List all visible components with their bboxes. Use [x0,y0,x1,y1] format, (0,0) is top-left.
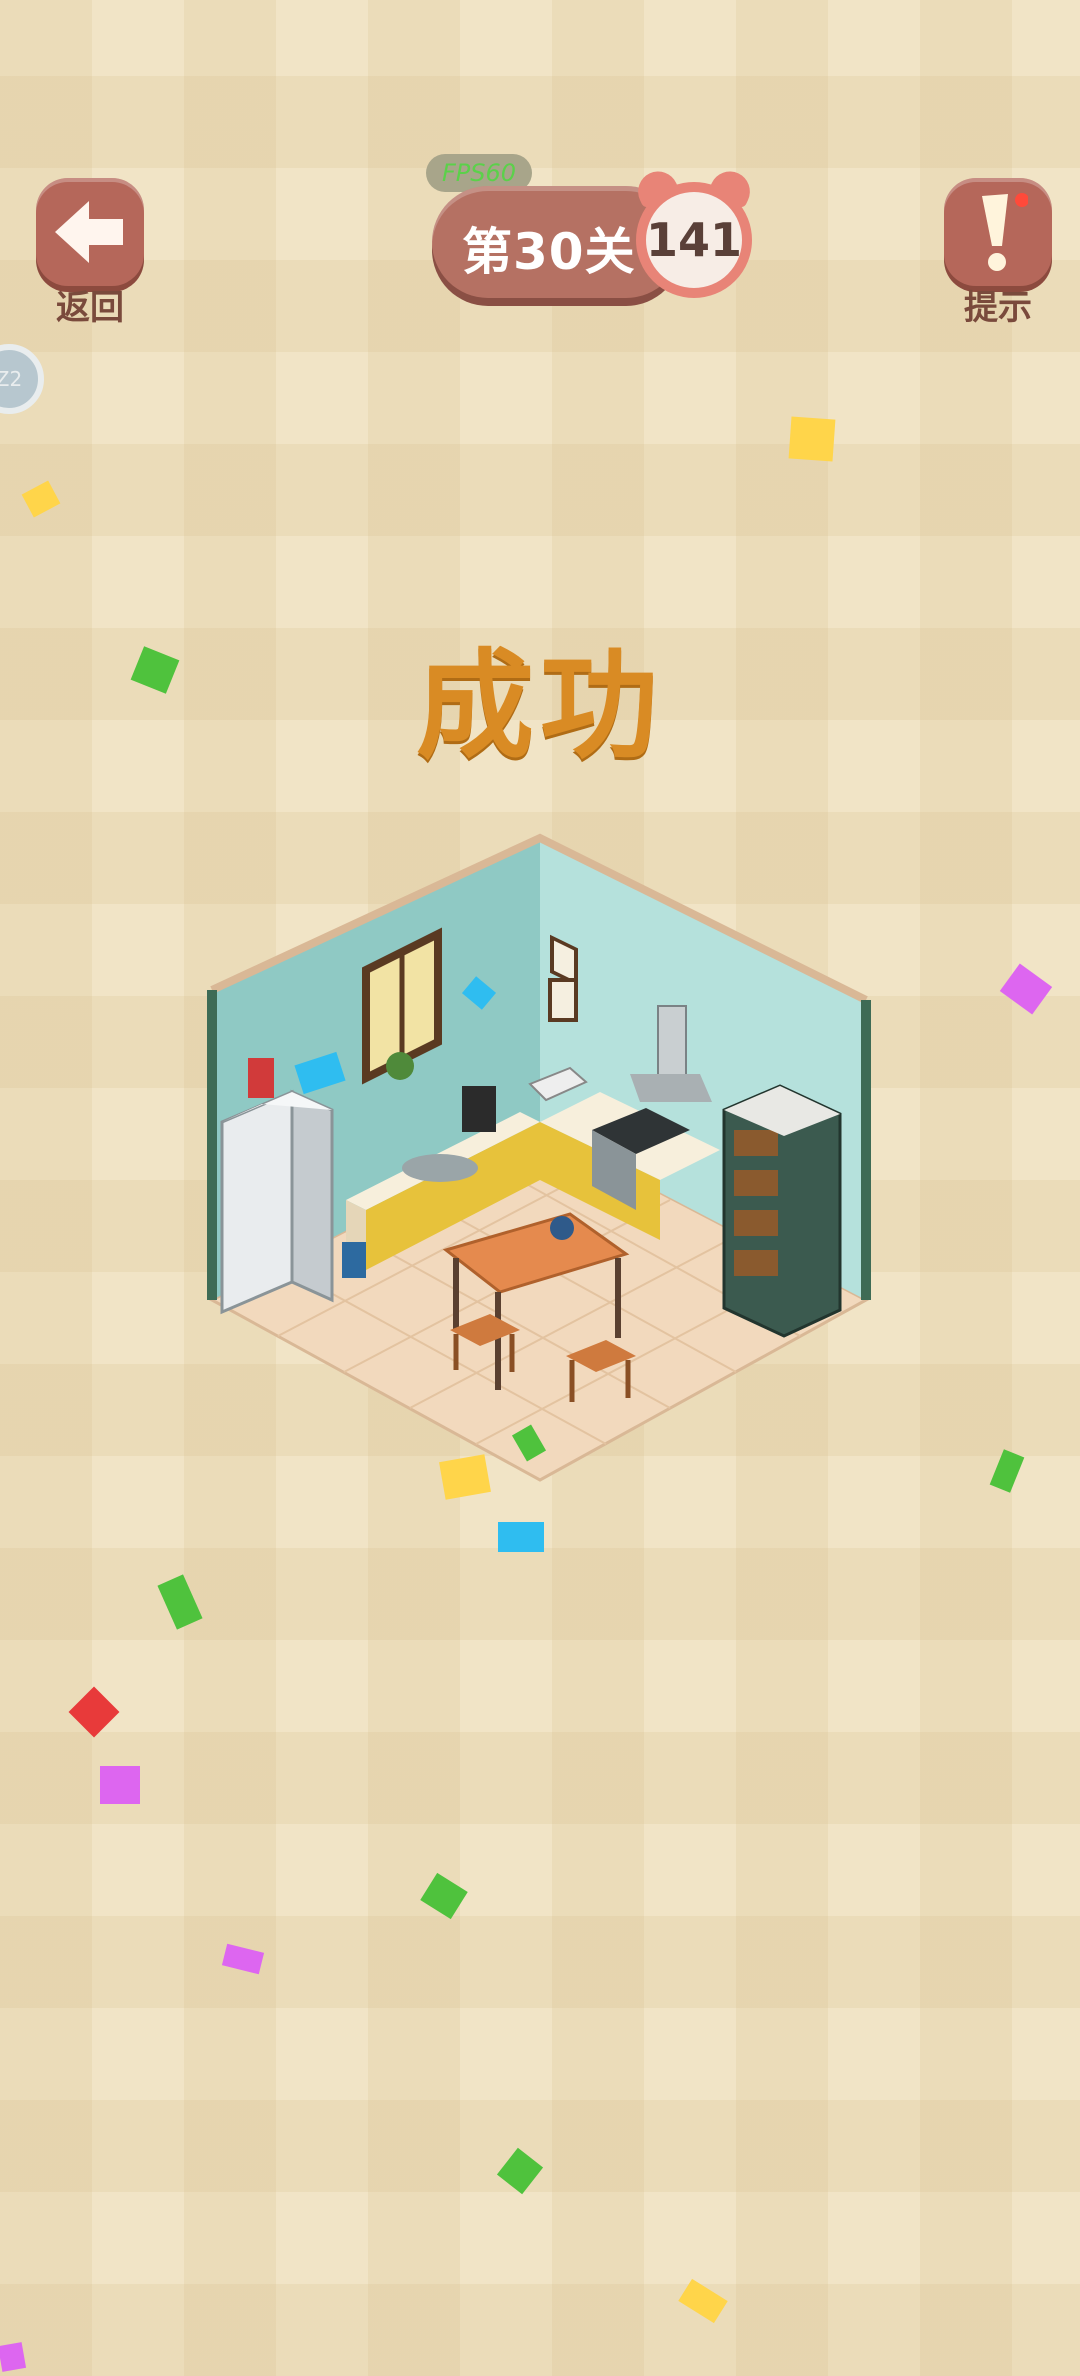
confetti-piece [420,1872,468,1920]
success-title: 成功 [415,637,664,775]
confetti-piece [68,1686,120,1738]
exclamation-icon [982,193,1028,271]
hint-button[interactable] [944,178,1052,286]
confetti-piece [439,1454,491,1500]
confetti-piece [100,1766,140,1804]
side-badge-text: Z2 [0,367,23,391]
timer-clock-icon: 141 [636,182,752,298]
back-label: 返回 [56,288,124,328]
confetti-piece [989,1449,1025,1493]
confetti-piece [221,1943,265,1975]
hint-label: 提示 [964,288,1032,328]
back-button[interactable] [36,178,144,286]
side-floating-badge[interactable]: Z2 [0,344,44,414]
confetti-piece [999,963,1053,1015]
confetti-piece [21,480,61,518]
confetti-piece [0,2342,27,2372]
confetti-piece [678,2278,728,2324]
confetti-piece [496,2147,544,2195]
confetti-piece [498,1522,544,1552]
timer-value: 141 [645,213,743,267]
confetti-piece [157,1574,203,1630]
kitchen-room-illustration [207,833,871,1482]
back-arrow-icon [55,201,123,263]
confetti-piece [788,416,836,462]
level-label: 第30关 [462,223,636,281]
